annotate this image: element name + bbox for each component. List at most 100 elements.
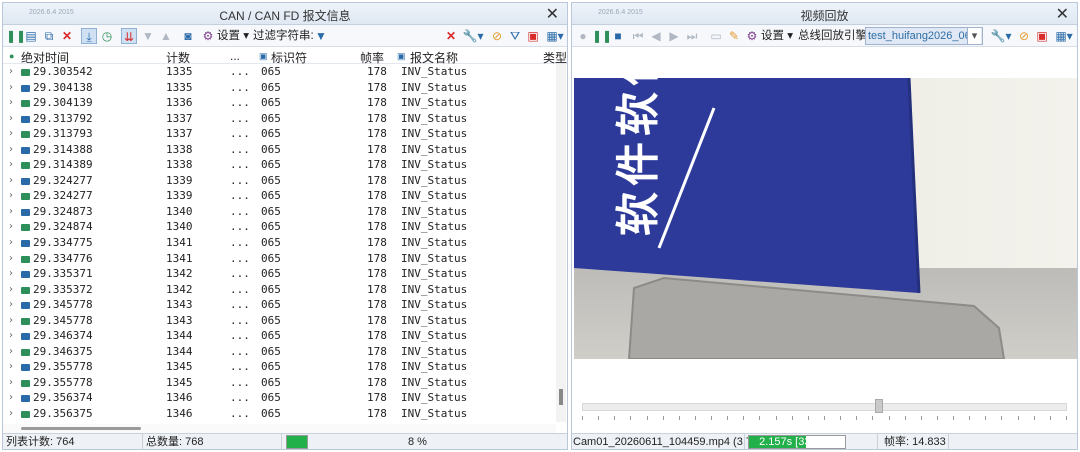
engine-select[interactable]: test_huifang2026_06 ▾ — [865, 27, 983, 45]
cell-dlc: 178 — [367, 313, 387, 327]
table-row[interactable]: › 29.324277 1339... 065 178 INV_Status — [3, 188, 553, 204]
expand-chevron-icon[interactable]: › — [9, 344, 13, 360]
edit-icon[interactable]: ✎ — [726, 28, 742, 44]
cell-dlc: 178 — [367, 391, 387, 405]
chevron-down-icon[interactable]: ▾ — [967, 28, 981, 44]
video-frame[interactable]: 软件软件间重 — [574, 78, 1077, 359]
link-icon[interactable]: ⊘ — [489, 28, 505, 44]
layout-icon[interactable]: ▦▾ — [1052, 28, 1076, 44]
expand-chevron-icon[interactable]: › — [9, 266, 13, 282]
expand-chevron-icon[interactable]: › — [9, 328, 13, 344]
expand-chevron-icon[interactable]: › — [9, 126, 13, 142]
table-row[interactable]: › 29.355778 1345... 065 178 INV_Status — [3, 375, 553, 391]
column-header-more[interactable]: ... — [230, 49, 240, 63]
gear-icon[interactable]: ⚙ — [744, 28, 760, 44]
scroll-thumb[interactable] — [559, 389, 563, 405]
close-icon[interactable]: ✕ — [1056, 4, 1069, 24]
expand-chevron-icon[interactable]: › — [9, 111, 13, 127]
close-icon[interactable]: ✕ — [546, 4, 559, 24]
settings-menu[interactable]: 设置 ▾ — [761, 28, 793, 44]
log-icon[interactable]: ▤ — [23, 28, 39, 44]
expand-chevron-icon[interactable]: › — [9, 297, 13, 313]
seek-track[interactable] — [582, 403, 1067, 411]
record-icon[interactable]: ● — [575, 28, 591, 44]
expand-chevron-icon[interactable]: › — [9, 313, 13, 329]
table-row[interactable]: › 29.346375 1344... 065 178 INV_Status — [3, 344, 553, 360]
table-row[interactable]: › 29.314388 1338... 065 178 INV_Status — [3, 142, 553, 158]
table-row[interactable]: › 29.324277 1339... 065 178 INV_Status — [3, 173, 553, 189]
expand-chevron-icon[interactable]: › — [9, 188, 13, 204]
cell-id: 065 — [261, 111, 281, 125]
clear-icon[interactable]: ✕ — [59, 28, 75, 44]
stop-icon[interactable]: ■ — [610, 28, 626, 44]
table-row[interactable]: › 29.355778 1345... 065 178 INV_Status — [3, 359, 553, 375]
pause-icon[interactable]: ❚❚ — [6, 28, 26, 44]
link-icon[interactable]: ⊘ — [1016, 28, 1032, 44]
table-row[interactable]: › 29.346374 1344... 065 178 INV_Status — [3, 328, 553, 344]
cell-name: INV_Status — [401, 282, 468, 296]
table-row[interactable]: › 29.313792 1337... 065 178 INV_Status — [3, 111, 553, 127]
expand-chevron-icon[interactable]: › — [9, 406, 13, 422]
filter-icon[interactable]: ▼ — [313, 28, 329, 44]
pause-icon[interactable]: ❚❚ — [592, 28, 612, 44]
export-icon[interactable]: ▣ — [1034, 28, 1050, 44]
expand-chevron-icon[interactable]: › — [9, 95, 13, 111]
play-icon[interactable]: ▶ — [666, 28, 682, 44]
expand-chevron-icon[interactable]: › — [9, 80, 13, 96]
table-row[interactable]: › 29.313793 1337... 065 178 INV_Status — [3, 126, 553, 142]
expand-chevron-icon[interactable]: › — [9, 64, 13, 80]
wrench-icon[interactable]: 🔧▾ — [461, 28, 485, 44]
skip-start-icon[interactable]: ⏮ — [630, 28, 646, 44]
expand-chevron-icon[interactable]: › — [9, 282, 13, 298]
expand-chevron-icon[interactable]: › — [9, 359, 13, 375]
expand-chevron-icon[interactable]: › — [9, 375, 13, 391]
step-back-icon[interactable]: ◀ — [648, 28, 664, 44]
wrench-icon[interactable]: 🔧▾ — [989, 28, 1013, 44]
seek-knob[interactable] — [875, 399, 883, 413]
funnel-icon[interactable]: ⛛ — [507, 28, 523, 44]
settings-menu[interactable]: 设置 ▾ — [217, 28, 249, 44]
table-row[interactable]: › 29.356374 1346... 065 178 INV_Status — [3, 390, 553, 406]
table-row[interactable]: › 29.356375 1346... 065 178 INV_Status — [3, 406, 553, 422]
remove-filter-icon[interactable]: ✕ — [443, 28, 459, 44]
message-list[interactable]: › 29.303542 1335... 065 178 INV_Status › 29.304… — [3, 64, 553, 424]
table-row[interactable]: › 29.324873 1340... 065 178 INV_Status — [3, 204, 553, 220]
expand-chevron-icon[interactable]: › — [9, 251, 13, 267]
expand-chevron-icon[interactable]: › — [9, 235, 13, 251]
scroll-to-bottom-icon[interactable]: ⤓ — [81, 28, 97, 44]
table-row[interactable]: › 29.334776 1341... 065 178 INV_Status — [3, 251, 553, 267]
table-row[interactable]: › 29.345778 1343... 065 178 INV_Status — [3, 313, 553, 329]
expand-chevron-icon[interactable]: › — [9, 204, 13, 220]
scroll-thumb[interactable] — [21, 427, 141, 430]
table-row[interactable]: › 29.304138 1335... 065 178 INV_Status — [3, 80, 553, 96]
folder-icon[interactable]: ▭ — [708, 28, 724, 44]
export-icon[interactable]: ▣ — [525, 28, 541, 44]
expand-chevron-icon[interactable]: › — [9, 219, 13, 235]
table-row[interactable]: › 29.345778 1343... 065 178 INV_Status — [3, 297, 553, 313]
arrow-down-icon[interactable]: ▼ — [140, 28, 156, 44]
expand-chevron-icon[interactable]: › — [9, 157, 13, 173]
vertical-scrollbar[interactable] — [556, 64, 566, 422]
expand-chevron-icon[interactable]: › — [9, 390, 13, 406]
table-row[interactable]: › 29.324874 1340... 065 178 INV_Status — [3, 219, 553, 235]
camera-icon[interactable]: ◙ — [180, 28, 196, 44]
table-row[interactable]: › 29.334775 1341... 065 178 INV_Status — [3, 235, 553, 251]
expand-chevron-icon[interactable]: › — [9, 142, 13, 158]
skip-end-icon[interactable]: ⏭ — [684, 28, 700, 44]
time-column-icon: ● — [9, 51, 15, 61]
gear-icon[interactable]: ⚙ — [200, 28, 216, 44]
clock-icon[interactable]: ◷ — [99, 28, 115, 44]
arrow-up-icon[interactable]: ▲ — [158, 28, 174, 44]
table-row[interactable]: › 29.304139 1336... 065 178 INV_Status — [3, 95, 553, 111]
table-row[interactable]: › 29.303542 1335... 065 178 INV_Status — [3, 64, 553, 80]
cell-id: 065 — [261, 360, 281, 374]
table-row[interactable]: › 29.314389 1338... 065 178 INV_Status — [3, 157, 553, 173]
layout-icon[interactable]: ▦▾ — [543, 28, 567, 44]
table-row[interactable]: › 29.335371 1342... 065 178 INV_Status — [3, 266, 553, 282]
horizontal-scrollbar[interactable] — [3, 424, 556, 433]
table-row[interactable]: › 29.335372 1342... 065 178 INV_Status — [3, 282, 553, 298]
copy-icon[interactable]: ⧉ — [41, 28, 57, 44]
cell-more: ... — [230, 204, 250, 218]
sort-icon[interactable]: ⇊ — [121, 28, 137, 44]
expand-chevron-icon[interactable]: › — [9, 173, 13, 189]
